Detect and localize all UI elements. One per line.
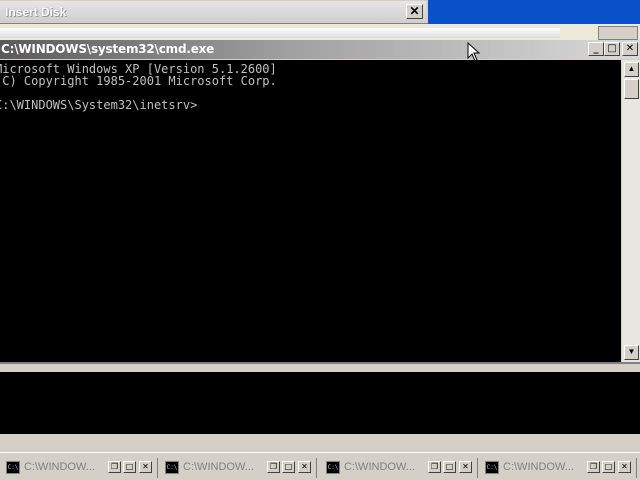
cmd-window: C:\WINDOWS\system32\cmd.exe _ □ ✕ Micros… (0, 40, 640, 364)
desktop-background (428, 0, 640, 24)
minimize-button[interactable]: _ (588, 42, 604, 56)
cmd-titlebar[interactable]: C:\WINDOWS\system32\cmd.exe _ □ ✕ (0, 40, 640, 59)
taskbar-item-label: C:\WINDOW... (183, 461, 254, 473)
insert-disk-close-button[interactable]: ✕ (406, 4, 423, 19)
maximize-button[interactable]: □ (602, 461, 615, 473)
cmd-icon: C:\ (6, 461, 20, 474)
cmd-icon: C:\ (485, 461, 499, 474)
restore-button[interactable]: ❐ (428, 461, 441, 473)
second-console-output[interactable] (0, 372, 640, 434)
insert-disk-dialog: Insert Disk ✕ (0, 0, 428, 24)
taskbar-item[interactable]: C:\ C:\WINDOW... ❐ □ ✕ (2, 458, 158, 478)
second-cmd-window (0, 364, 640, 442)
cmd-icon: C:\ (326, 461, 340, 474)
background-window-titlebar (0, 28, 560, 38)
maximize-button[interactable]: □ (282, 461, 295, 473)
maximize-button[interactable]: □ (604, 42, 620, 56)
close-button[interactable]: ✕ (298, 461, 311, 473)
restore-button[interactable]: ❐ (267, 461, 280, 473)
taskbar-item-label: C:\WINDOW... (503, 461, 574, 473)
insert-disk-title: Insert Disk (5, 5, 67, 19)
console-prompt: C:\WINDOWS\System32\inetsrv> (0, 98, 198, 112)
console-output[interactable]: Microsoft Windows XP [Version 5.1.2600] … (0, 60, 621, 362)
maximize-button[interactable]: □ (123, 461, 136, 473)
restore-button[interactable]: ❐ (587, 461, 600, 473)
background-window-controls (598, 26, 638, 40)
cmd-icon: C:\ (165, 461, 179, 474)
mouse-cursor-icon (467, 42, 481, 62)
vertical-scrollbar[interactable]: ▲ ▼ (621, 60, 640, 362)
close-button[interactable]: ✕ (139, 461, 152, 473)
taskbar-item[interactable]: C:\ C:\WINDOW... ❐ □ ✕ (322, 458, 478, 478)
scroll-down-icon[interactable]: ▼ (624, 345, 639, 360)
insert-disk-titlebar[interactable]: Insert Disk (0, 1, 426, 22)
taskbar-item[interactable]: C:\ C:\WINDOW... ❐ □ ✕ (481, 458, 637, 478)
close-button[interactable]: ✕ (459, 461, 472, 473)
taskbar: C:\ C:\WINDOW... ❐ □ ✕ C:\ C:\WINDOW... … (0, 452, 640, 480)
restore-button[interactable]: ❐ (108, 461, 121, 473)
close-button[interactable]: ✕ (618, 461, 631, 473)
close-button[interactable]: ✕ (622, 42, 638, 56)
taskbar-item[interactable]: C:\ C:\WINDOW... ❐ □ ✕ (161, 458, 317, 478)
console-line-copyright: (C) Copyright 1985-2001 Microsoft Corp. (0, 74, 277, 88)
taskbar-item-label: C:\WINDOW... (344, 461, 415, 473)
taskbar-item-label: C:\WINDOW... (24, 461, 95, 473)
scroll-thumb[interactable] (624, 79, 639, 99)
maximize-button[interactable]: □ (443, 461, 456, 473)
cmd-window-title: C:\WINDOWS\system32\cmd.exe (1, 42, 215, 56)
scroll-up-icon[interactable]: ▲ (624, 62, 639, 77)
